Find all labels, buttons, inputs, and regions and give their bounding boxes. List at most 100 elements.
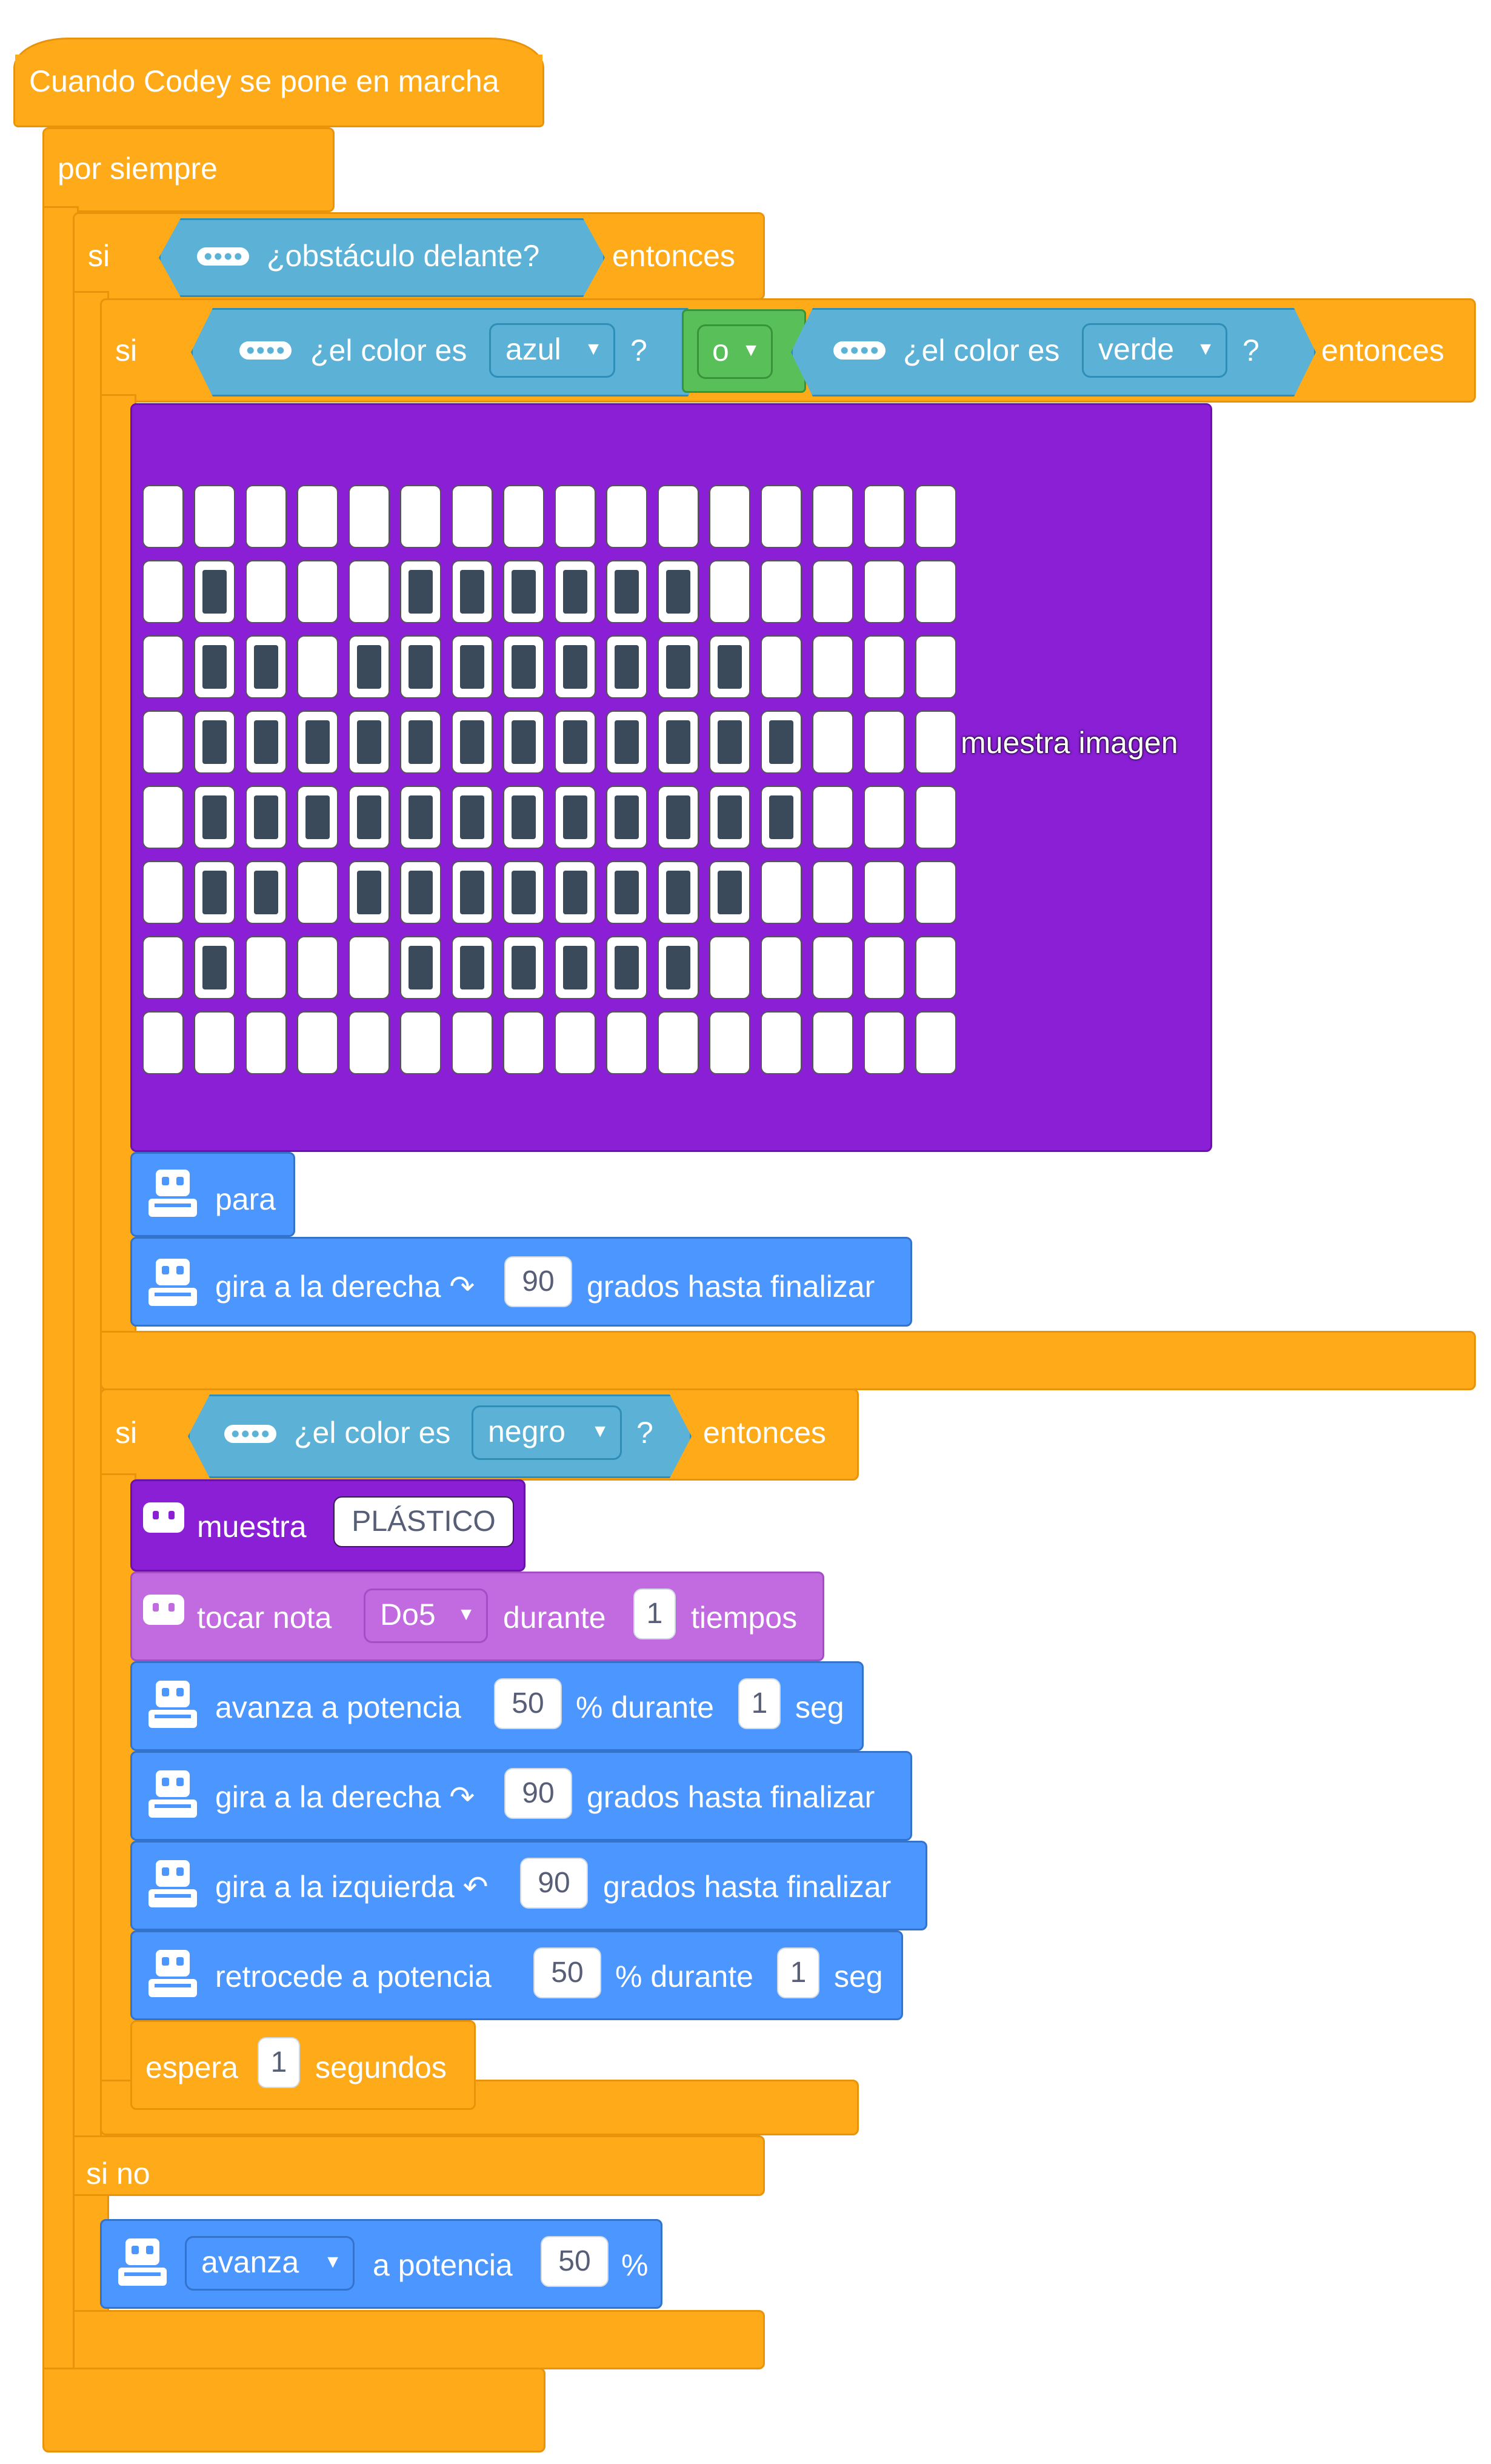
- led-pixel[interactable]: [864, 1011, 905, 1074]
- led-pixel[interactable]: [297, 485, 338, 548]
- led-pixel[interactable]: [194, 786, 235, 849]
- led-pixel[interactable]: [245, 560, 287, 623]
- led-pixel[interactable]: [606, 861, 647, 924]
- led-pixel[interactable]: [503, 635, 544, 698]
- led-pixel[interactable]: [503, 711, 544, 774]
- led-pixel[interactable]: [606, 560, 647, 623]
- led-pixel[interactable]: [761, 485, 802, 548]
- led-pixel[interactable]: [658, 711, 699, 774]
- or-dropdown[interactable]: o ▼: [697, 324, 773, 379]
- led-pixel[interactable]: [864, 635, 905, 698]
- led-pixel[interactable]: [400, 560, 441, 623]
- led-pixel[interactable]: [658, 560, 699, 623]
- forward-secs-input[interactable]: 1: [738, 1678, 781, 1729]
- led-pixel[interactable]: [503, 936, 544, 999]
- led-pixel[interactable]: [194, 560, 235, 623]
- led-pixel[interactable]: [452, 711, 493, 774]
- led-pixel[interactable]: [812, 560, 853, 623]
- color-a-dropdown[interactable]: azul ▼: [489, 323, 615, 378]
- led-pixel[interactable]: [761, 711, 802, 774]
- beats-input[interactable]: 1: [633, 1589, 676, 1639]
- led-pixel[interactable]: [245, 635, 287, 698]
- led-pixel[interactable]: [864, 560, 905, 623]
- led-pixel[interactable]: [245, 936, 287, 999]
- led-pixel[interactable]: [142, 711, 184, 774]
- led-pixel[interactable]: [503, 861, 544, 924]
- led-pixel[interactable]: [555, 711, 596, 774]
- led-pixel[interactable]: [452, 635, 493, 698]
- led-pixel[interactable]: [349, 635, 390, 698]
- led-pixel[interactable]: [915, 711, 956, 774]
- led-pixel[interactable]: [194, 861, 235, 924]
- led-pixel[interactable]: [245, 485, 287, 548]
- led-pixel[interactable]: [297, 560, 338, 623]
- led-pixel[interactable]: [709, 711, 750, 774]
- led-pixel[interactable]: [864, 485, 905, 548]
- led-pixel[interactable]: [915, 485, 956, 548]
- led-pixel[interactable]: [297, 711, 338, 774]
- led-pixel[interactable]: [349, 485, 390, 548]
- led-pixel[interactable]: [452, 1011, 493, 1074]
- led-image-grid[interactable]: [142, 485, 956, 1074]
- forward-power-input[interactable]: 50: [494, 1678, 562, 1729]
- led-pixel[interactable]: [245, 711, 287, 774]
- led-pixel[interactable]: [761, 786, 802, 849]
- color-b-dropdown[interactable]: verde ▼: [1082, 323, 1227, 378]
- led-pixel[interactable]: [142, 485, 184, 548]
- led-pixel[interactable]: [400, 711, 441, 774]
- color-dropdown[interactable]: negro ▼: [472, 1405, 622, 1460]
- led-pixel[interactable]: [555, 560, 596, 623]
- note-dropdown[interactable]: Do5 ▼: [364, 1589, 488, 1643]
- wait-seconds-input[interactable]: 1: [258, 2037, 300, 2088]
- led-pixel[interactable]: [194, 936, 235, 999]
- led-pixel[interactable]: [761, 936, 802, 999]
- led-pixel[interactable]: [658, 1011, 699, 1074]
- led-pixel[interactable]: [452, 560, 493, 623]
- led-pixel[interactable]: [452, 786, 493, 849]
- led-pixel[interactable]: [606, 936, 647, 999]
- led-pixel[interactable]: [709, 635, 750, 698]
- led-pixel[interactable]: [400, 786, 441, 849]
- led-pixel[interactable]: [915, 635, 956, 698]
- led-pixel[interactable]: [400, 635, 441, 698]
- led-pixel[interactable]: [142, 786, 184, 849]
- led-pixel[interactable]: [658, 635, 699, 698]
- led-pixel[interactable]: [555, 635, 596, 698]
- led-pixel[interactable]: [452, 485, 493, 548]
- led-pixel[interactable]: [142, 936, 184, 999]
- led-pixel[interactable]: [915, 1011, 956, 1074]
- led-pixel[interactable]: [245, 861, 287, 924]
- led-pixel[interactable]: [709, 485, 750, 548]
- led-pixel[interactable]: [194, 711, 235, 774]
- led-pixel[interactable]: [606, 786, 647, 849]
- led-pixel[interactable]: [194, 1011, 235, 1074]
- degrees-input[interactable]: 90: [520, 1858, 588, 1909]
- led-pixel[interactable]: [142, 861, 184, 924]
- led-pixel[interactable]: [194, 635, 235, 698]
- led-pixel[interactable]: [452, 936, 493, 999]
- led-pixel[interactable]: [142, 635, 184, 698]
- led-pixel[interactable]: [555, 861, 596, 924]
- led-pixel[interactable]: [297, 936, 338, 999]
- led-pixel[interactable]: [864, 861, 905, 924]
- led-pixel[interactable]: [709, 560, 750, 623]
- led-pixel[interactable]: [812, 936, 853, 999]
- backward-secs-input[interactable]: 1: [777, 1947, 819, 1998]
- led-pixel[interactable]: [555, 1011, 596, 1074]
- led-pixel[interactable]: [349, 861, 390, 924]
- led-pixel[interactable]: [709, 861, 750, 924]
- led-pixel[interactable]: [503, 786, 544, 849]
- led-pixel[interactable]: [812, 485, 853, 548]
- led-pixel[interactable]: [709, 786, 750, 849]
- led-pixel[interactable]: [761, 560, 802, 623]
- led-pixel[interactable]: [915, 861, 956, 924]
- led-pixel[interactable]: [915, 786, 956, 849]
- led-pixel[interactable]: [709, 936, 750, 999]
- led-pixel[interactable]: [400, 485, 441, 548]
- led-pixel[interactable]: [658, 786, 699, 849]
- led-pixel[interactable]: [349, 1011, 390, 1074]
- led-pixel[interactable]: [400, 1011, 441, 1074]
- led-pixel[interactable]: [915, 560, 956, 623]
- led-pixel[interactable]: [452, 861, 493, 924]
- led-pixel[interactable]: [812, 635, 853, 698]
